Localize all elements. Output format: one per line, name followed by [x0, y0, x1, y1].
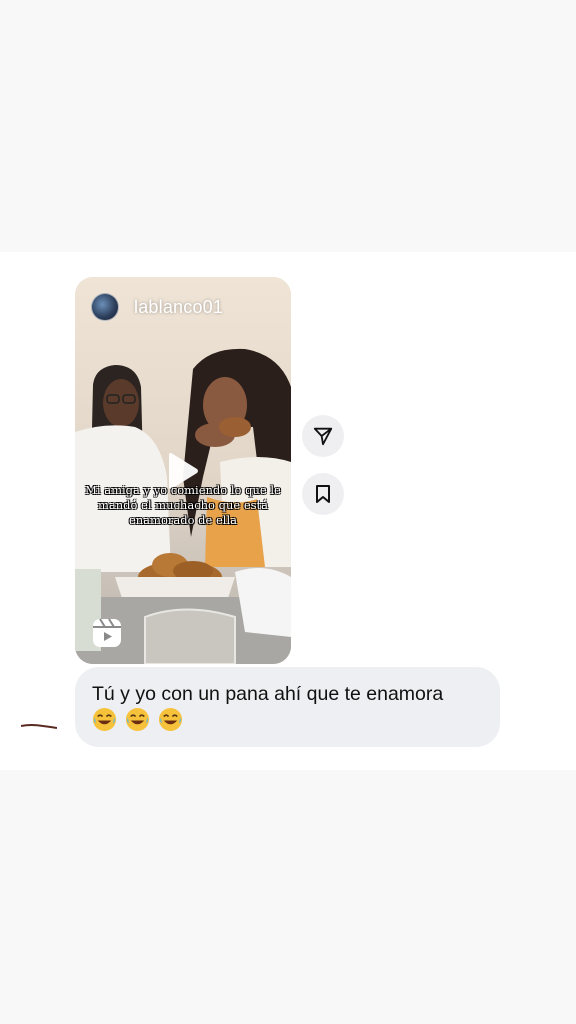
reel-author-avatar[interactable] [91, 293, 119, 321]
message-text: Tú y yo con un pana ahí que te enamora [92, 683, 444, 705]
emoji-row [92, 707, 183, 732]
reel-header[interactable]: lablanco01 [91, 293, 223, 321]
share-button[interactable] [302, 415, 344, 457]
sender-avatar [21, 724, 57, 729]
top-background [0, 0, 576, 252]
send-icon [313, 427, 333, 446]
laughing-emoji-icon [92, 707, 117, 732]
shared-reel-card[interactable]: lablanco01 Mi amiga y yo comiendo lo que… [75, 277, 291, 664]
reel-caption: Mi amiga y yo comiendo lo que le mandó e… [85, 483, 281, 527]
bottom-background [0, 770, 576, 1024]
reel-author-username[interactable]: lablanco01 [134, 297, 223, 318]
bookmark-icon [316, 485, 330, 503]
message-bubble[interactable]: Tú y yo con un pana ahí que te enamora [75, 667, 500, 747]
laughing-emoji-icon [158, 707, 183, 732]
laughing-emoji-icon [125, 707, 150, 732]
reels-icon [93, 618, 121, 647]
save-button[interactable] [302, 473, 344, 515]
